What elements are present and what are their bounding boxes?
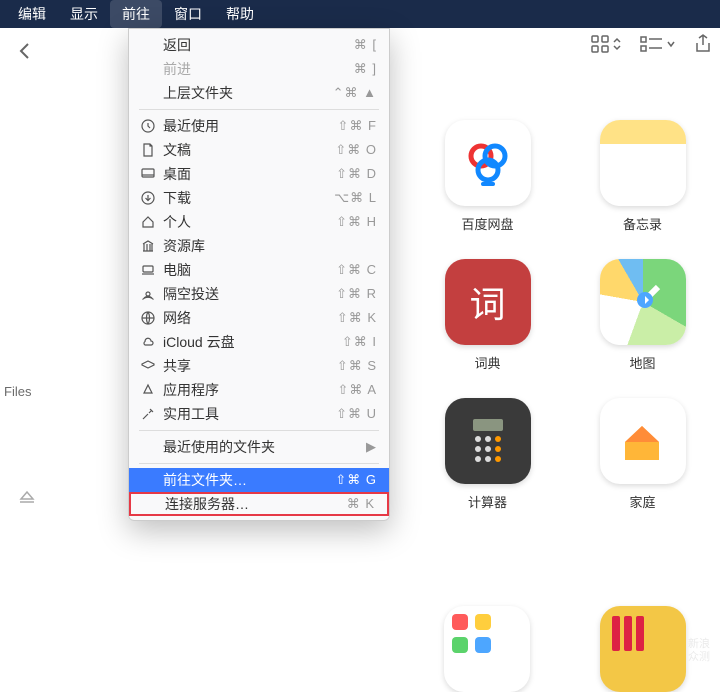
home-app-icon (600, 398, 686, 484)
menu-go[interactable]: 前往 (110, 0, 162, 28)
sidebar: Files (0, 74, 70, 634)
menu-enclosing-folder[interactable]: 上层文件夹⌃⌘ ▲ (129, 81, 389, 105)
menu-downloads[interactable]: 下载⌥⌘ L (129, 186, 389, 210)
cloud-icon (141, 335, 163, 349)
doc-icon (141, 143, 163, 157)
menu-view[interactable]: 显示 (58, 0, 110, 28)
group-button[interactable] (640, 36, 676, 52)
app-icon-partial[interactable] (600, 606, 686, 692)
share-button[interactable] (694, 34, 712, 54)
notes-icon (600, 120, 686, 206)
watermark: 新浪众测 (688, 638, 710, 664)
app-maps[interactable]: 地图 (565, 259, 720, 372)
go-menu-dropdown: 返回⌘ [ 前进⌘ ] 上层文件夹⌃⌘ ▲ 最近使用⇧⌘ F 文稿⇧⌘ O 桌面… (128, 28, 390, 521)
menu-utilities[interactable]: 实用工具⇧⌘ U (129, 402, 389, 426)
app-dictionary[interactable]: 词 词典 (410, 259, 565, 372)
menu-documents[interactable]: 文稿⇧⌘ O (129, 138, 389, 162)
menu-airdrop[interactable]: 隔空投送⇧⌘ R (129, 282, 389, 306)
menu-network[interactable]: 网络⇧⌘ K (129, 306, 389, 330)
airdrop-icon (141, 287, 163, 301)
menu-shared[interactable]: 共享⇧⌘ S (129, 354, 389, 378)
menubar: 编辑 显示 前往 窗口 帮助 (0, 0, 720, 28)
view-icons-button[interactable] (590, 34, 622, 54)
app-calculator[interactable]: 计算器 (410, 398, 565, 511)
app-grid-partial (410, 606, 720, 684)
menu-back[interactable]: 返回⌘ [ (129, 33, 389, 57)
apps-icon (141, 383, 163, 397)
app-grid: 百度网盘 备忘录 词 词典 地图 计算器 家庭 (410, 120, 720, 511)
menu-edit[interactable]: 编辑 (6, 0, 58, 28)
library-icon (141, 239, 163, 253)
dictionary-icon: 词 (445, 259, 531, 345)
menu-applications[interactable]: 应用程序⇧⌘ A (129, 378, 389, 402)
menu-recents[interactable]: 最近使用⇧⌘ F (129, 114, 389, 138)
menu-computer[interactable]: 电脑⇧⌘ C (129, 258, 389, 282)
menu-goto-folder[interactable]: 前往文件夹…⇧⌘ G (129, 468, 389, 492)
menu-icloud[interactable]: iCloud 云盘⇧⌘ I (129, 330, 389, 354)
menu-help[interactable]: 帮助 (214, 0, 266, 28)
back-button[interactable] (12, 38, 38, 64)
app-notes[interactable]: 备忘录 (565, 120, 720, 233)
utilities-icon (141, 407, 163, 421)
menu-window[interactable]: 窗口 (162, 0, 214, 28)
eject-icon[interactable] (18, 489, 70, 512)
menu-library[interactable]: 资源库 (129, 234, 389, 258)
shared-icon (141, 359, 163, 373)
launchpad-icon[interactable] (444, 606, 530, 692)
download-icon (141, 191, 163, 205)
sidebar-item-files[interactable]: Files (0, 384, 70, 399)
menu-forward: 前进⌘ ] (129, 57, 389, 81)
menu-recent-folders[interactable]: 最近使用的文件夹▶ (129, 435, 389, 459)
home-icon (141, 215, 163, 229)
maps-icon (600, 259, 686, 345)
menu-desktop[interactable]: 桌面⇧⌘ D (129, 162, 389, 186)
calculator-icon (445, 398, 531, 484)
laptop-icon (141, 263, 163, 277)
app-home[interactable]: 家庭 (565, 398, 720, 511)
menu-home[interactable]: 个人⇧⌘ H (129, 210, 389, 234)
globe-icon (141, 311, 163, 325)
app-baidu[interactable]: 百度网盘 (410, 120, 565, 233)
clock-icon (141, 119, 163, 133)
menu-connect-server[interactable]: 连接服务器…⌘ K (129, 492, 389, 516)
desktop-icon (141, 167, 163, 181)
baidu-icon (445, 120, 531, 206)
